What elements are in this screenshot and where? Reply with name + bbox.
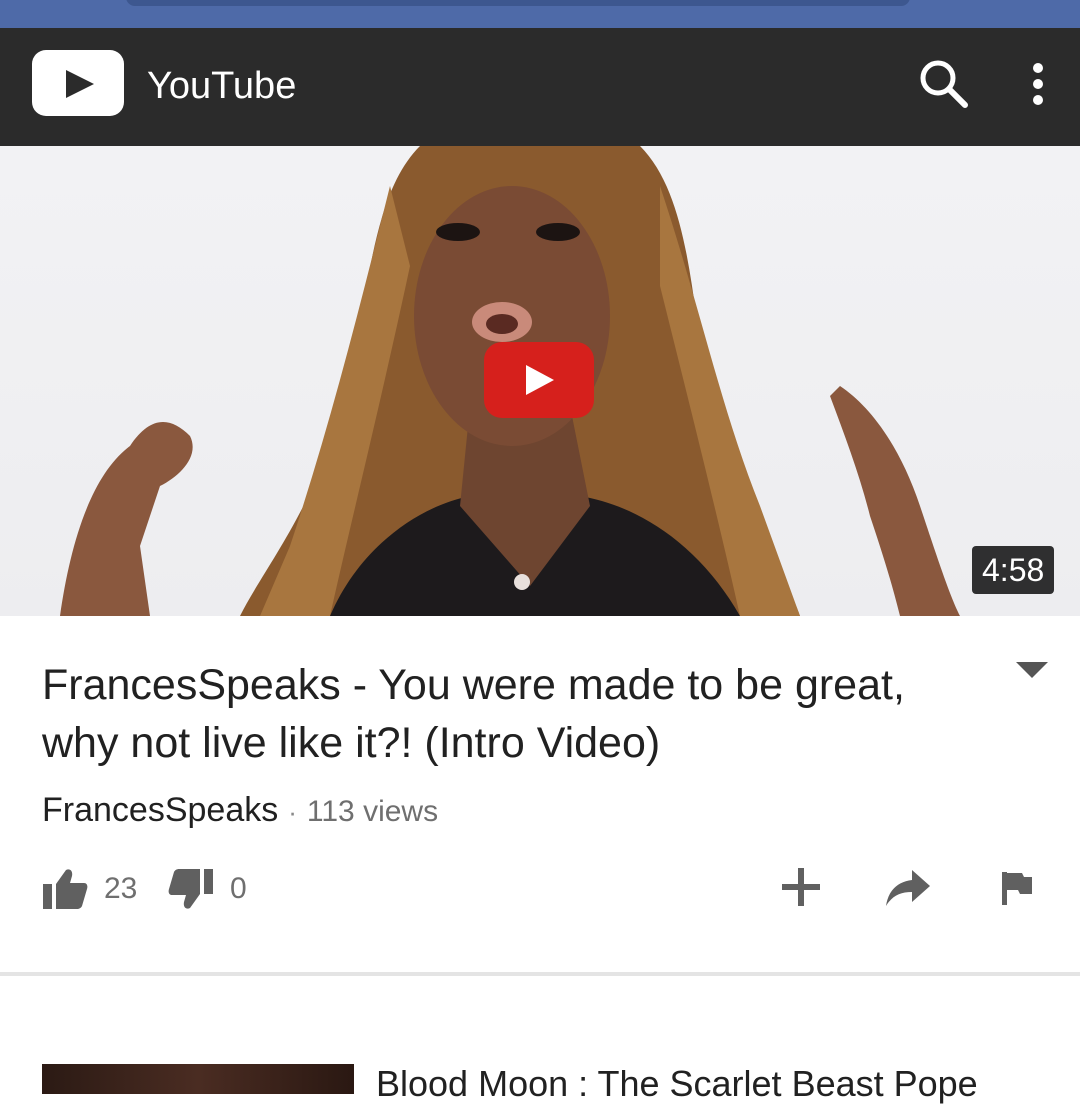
logo-play-glyph [66,70,94,98]
meta-separator: · [288,797,297,827]
browser-url-bar[interactable] [126,0,910,6]
next-video-thumbnail[interactable] [42,1064,354,1094]
youtube-logo-icon[interactable] [32,50,124,116]
like-count: 23 [104,872,138,905]
video-player[interactable]: 4:58 [0,146,1080,616]
video-meta: FrancesSpeaks · 113 views [42,786,438,836]
browser-top-strip [0,0,1080,28]
add-to-playlist-icon[interactable] [780,866,822,908]
thumbs-down-icon [168,869,213,909]
play-button[interactable] [484,342,594,418]
duration-badge: 4:58 [972,546,1055,594]
app-bar: YouTube [0,28,1080,146]
thumbs-up-icon [43,869,88,909]
channel-name[interactable]: FrancesSpeaks [42,791,278,829]
video-title: FrancesSpeaks - You were made to be grea… [42,661,905,767]
view-count: 113 views [306,795,439,828]
expand-triangle-icon[interactable] [1014,660,1050,680]
app-title: YouTube [147,65,297,107]
section-divider [0,972,1080,976]
flag-icon[interactable] [1000,870,1034,906]
share-icon[interactable] [884,868,932,908]
next-video-title[interactable]: Blood Moon : The Scarlet Beast Pope [376,1060,1056,1108]
like-button[interactable]: 23 [42,868,137,910]
action-bar: 23 0 [0,860,1080,920]
search-icon[interactable] [918,58,970,110]
play-icon [526,365,554,395]
dislike-button[interactable]: 0 [168,868,247,910]
dislike-count: 0 [230,872,247,905]
more-vert-icon[interactable] [1022,60,1054,108]
